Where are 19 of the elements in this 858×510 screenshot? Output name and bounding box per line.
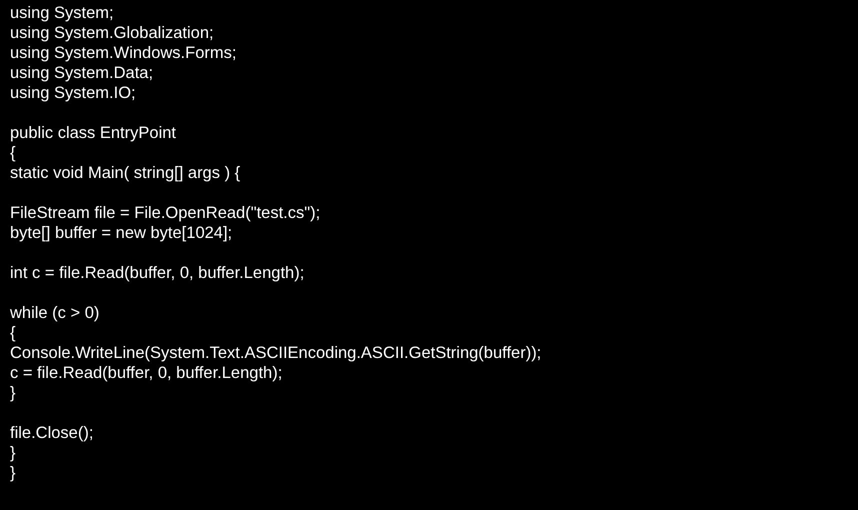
code-line: FileStream file = File.OpenRead("test.cs");: [10, 203, 320, 223]
code-line: {: [10, 323, 16, 343]
code-line: }: [10, 443, 16, 463]
code-line: public class EntryPoint: [10, 123, 176, 143]
code-line: c = file.Read(buffer, 0, buffer.Length);: [10, 363, 282, 383]
code-line: {: [10, 143, 16, 163]
code-line: byte[] buffer = new byte[1024];: [10, 223, 232, 243]
code-line: int c = file.Read(buffer, 0, buffer.Length);: [10, 263, 304, 283]
code-line: }: [10, 383, 16, 403]
code-line: using System.IO;: [10, 83, 136, 103]
code-line: static void Main( string[] args ) {: [10, 163, 240, 183]
code-line: file.Close();: [10, 423, 94, 443]
code-line: Console.WriteLine(System.Text.ASCIIEncoding.ASCII.GetString(buffer));: [10, 343, 542, 363]
code-line: while (c > 0): [10, 303, 100, 323]
code-line: using System.Windows.Forms;: [10, 43, 236, 63]
code-line: using System.Data;: [10, 63, 154, 83]
code-line: }: [10, 463, 16, 483]
code-line: using System.Globalization;: [10, 23, 214, 43]
code-line: using System;: [10, 3, 114, 23]
